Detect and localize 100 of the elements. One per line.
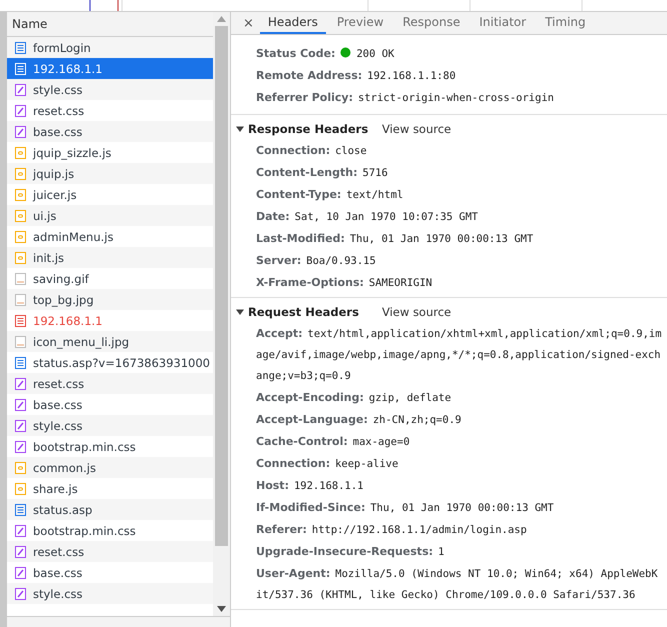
request-name: juicer.js: [33, 188, 77, 202]
tab[interactable]: Initiator: [471, 12, 534, 34]
request-name: top_bg.jpg: [33, 292, 94, 306]
request-row[interactable]: style.css: [7, 415, 213, 436]
request-row[interactable]: jquip.js: [7, 163, 213, 184]
request-name: status.asp: [33, 502, 92, 516]
header-row-text: Date: Sat, 10 Jan 1970 10:07:35 GMT: [255, 209, 479, 225]
request-row[interactable]: reset.css: [7, 541, 213, 562]
header-value: 200 OK: [356, 48, 394, 60]
tab[interactable]: Headers: [260, 12, 326, 34]
script-icon: [15, 252, 26, 264]
view-source-link[interactable]: View source: [382, 305, 452, 319]
tab[interactable]: Response: [394, 12, 468, 34]
request-name: base.css: [33, 566, 82, 580]
header-row-text: Host: 192.168.1.1: [255, 478, 365, 494]
request-name: bootstrap.min.css: [33, 440, 136, 454]
stylesheet-icon: [15, 378, 26, 390]
request-name: status.asp?v=1673863931000: [33, 356, 210, 370]
request-name: ui.js: [33, 208, 56, 222]
tab[interactable]: Timing: [537, 12, 594, 34]
script-icon: [15, 168, 26, 180]
header-row-text: Referer: http://192.168.1.1/admin/login.asp: [255, 522, 528, 538]
header-row-text: Content-Type: text/html: [255, 187, 404, 203]
section-title: Request Headers: [248, 305, 360, 319]
request-name: style.css: [33, 82, 83, 96]
request-name: formLogin: [33, 40, 91, 54]
request-name: common.js: [33, 460, 96, 474]
request-name: base.css: [33, 124, 82, 138]
image-icon: [15, 336, 26, 348]
expand-triangle-icon[interactable]: [236, 308, 244, 316]
document-icon: [15, 42, 26, 54]
script-icon: [15, 146, 26, 158]
request-name: reset.css: [33, 544, 84, 558]
image-icon: [15, 294, 26, 306]
stylesheet-icon: [15, 104, 26, 116]
request-name: reset.css: [33, 376, 84, 390]
scrollbar[interactable]: [213, 12, 230, 616]
request-row[interactable]: 192.168.1.1: [7, 58, 213, 79]
image-icon: [15, 272, 26, 284]
status-dot-icon: [340, 47, 352, 58]
stylesheet-icon: [15, 588, 26, 600]
tab[interactable]: Preview: [328, 12, 392, 34]
header-row-text: Remote Address: 192.168.1.1:80: [255, 68, 457, 84]
document-icon: [15, 62, 26, 74]
request-row[interactable]: style.css: [7, 79, 213, 100]
request-row[interactable]: base.css: [7, 121, 213, 142]
request-row[interactable]: status.asp: [7, 499, 213, 520]
request-row[interactable]: ui.js: [7, 205, 213, 226]
script-icon: [15, 462, 26, 474]
request-name: init.js: [33, 250, 64, 264]
request-row[interactable]: style.css: [7, 583, 213, 604]
header-name: Status Code:: [256, 47, 336, 60]
close-button[interactable]: ×: [237, 12, 260, 34]
header-row-text: Referrer Policy: strict-origin-when-cross-origin: [255, 90, 555, 106]
request-name: reset.css: [33, 104, 84, 118]
document-icon: [15, 314, 26, 326]
section-title: Response Headers: [248, 122, 370, 136]
request-name: bootstrap.min.css: [33, 524, 136, 538]
request-name: 192.168.1.1: [33, 62, 102, 76]
view-source-link[interactable]: View source: [382, 122, 452, 136]
stylesheet-icon: [15, 566, 26, 578]
request-name: share.js: [33, 482, 78, 496]
request-row[interactable]: formLogin: [7, 37, 213, 58]
document-icon: [15, 504, 26, 516]
header-row-text: If-Modified-Since: Thu, 01 Jan 1970 00:00:13 GMT: [255, 500, 555, 516]
script-icon: [15, 482, 26, 494]
header-row-text: Upgrade-Insecure-Requests: 1: [255, 544, 446, 560]
stylesheet-icon: [15, 440, 26, 452]
header-row-text: Content-Length: 5716: [255, 165, 389, 181]
request-name: style.css: [33, 586, 83, 600]
expand-triangle-icon[interactable]: [236, 125, 244, 133]
request-row[interactable]: reset.css: [7, 373, 213, 394]
request-name: jquip.js: [33, 166, 74, 180]
stylesheet-icon: [15, 126, 26, 138]
header-row-text: X-Frame-Options: SAMEORIGIN: [255, 275, 434, 291]
header-row-text: User-Agent: Mozilla/5.0 (Windows NT 10.0; Win64; x64) AppleWebKit/537.36 (KHTML, like Gecko) Chrome/109.0.0.0 Safari/537.36: [255, 566, 659, 603]
script-icon: [15, 230, 26, 242]
script-icon: [15, 188, 26, 200]
header-row-text: Last-Modified: Thu, 01 Jan 1970 00:00:13 GMT: [255, 231, 534, 247]
stylesheet-icon: [15, 398, 26, 410]
request-name: saving.gif: [33, 272, 89, 286]
document-icon: [15, 356, 26, 368]
column-header[interactable]: Name: [7, 12, 213, 37]
request-row[interactable]: common.js: [7, 457, 213, 478]
scroll-down-icon[interactable]: [217, 606, 226, 612]
header-row-text: Cache-Control: max-age=0: [255, 434, 411, 450]
script-icon: [15, 210, 26, 222]
request-name: adminMenu.js: [33, 230, 114, 244]
request-row[interactable]: init.js: [7, 247, 213, 268]
stylesheet-icon: [15, 420, 26, 432]
stylesheet-icon: [15, 84, 26, 96]
request-name: style.css: [33, 418, 83, 432]
request-name: 192.168.1.1: [33, 314, 102, 328]
header-row-text: Accept-Language: zh-CN,zh;q=0.9: [255, 412, 462, 428]
header-row-text: Server: Boa/0.93.15: [255, 253, 377, 269]
header-row-text: Connection: keep-alive: [255, 456, 400, 472]
request-name: base.css: [33, 398, 82, 412]
request-row[interactable]: icon_menu_li.jpg: [7, 331, 213, 352]
header-row-text: Accept-Encoding: gzip, deflate: [255, 390, 452, 406]
request-row[interactable]: top_bg.jpg: [7, 289, 213, 310]
